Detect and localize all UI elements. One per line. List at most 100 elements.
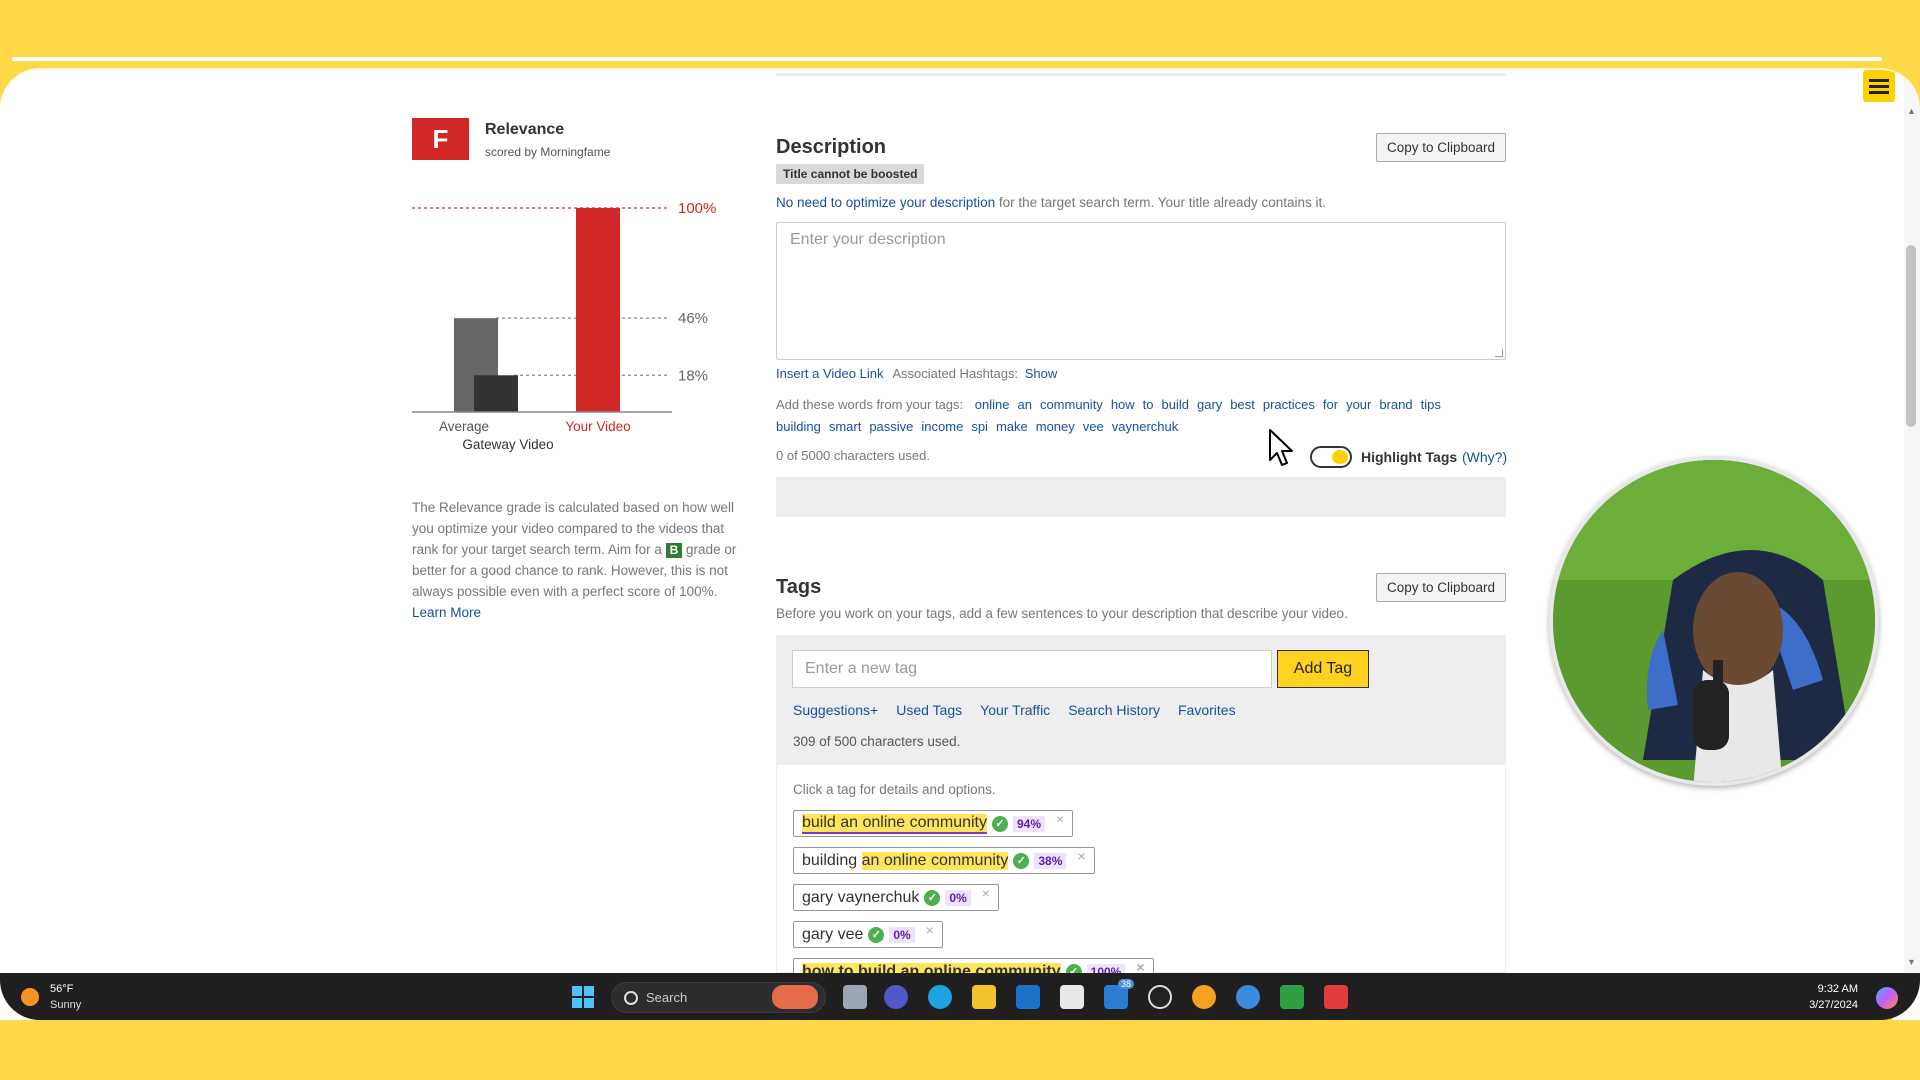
chrome-icon[interactable] [1192, 985, 1216, 1009]
weather-condition[interactable]: Sunny [50, 999, 81, 1011]
suggested-word[interactable]: brand [1379, 397, 1412, 412]
copilot-icon[interactable] [1876, 987, 1898, 1009]
file-explorer-icon[interactable] [972, 985, 996, 1009]
suggested-word[interactable]: an [1017, 397, 1031, 412]
tick-label-average: Average [439, 419, 489, 434]
tag-text: gary vaynerchuk [802, 888, 920, 906]
new-tag-input[interactable]: Enter a new tag [792, 650, 1272, 688]
suggested-word[interactable]: building [776, 419, 821, 434]
chrome-profile-icon[interactable] [1236, 985, 1260, 1009]
hashtags-show-link[interactable]: Show [1025, 366, 1058, 381]
learn-more-link[interactable]: Learn More [412, 605, 481, 620]
add-tag-button[interactable]: Add Tag [1277, 650, 1369, 688]
reference-label: 46% [678, 310, 708, 327]
suggested-word[interactable]: smart [829, 419, 862, 434]
suggested-word[interactable]: vee [1083, 419, 1104, 434]
suggested-word[interactable]: for [1323, 397, 1338, 412]
suggested-word[interactable]: to [1143, 397, 1154, 412]
hamburger-icon [1869, 79, 1889, 94]
remove-tag-icon[interactable]: × [982, 885, 990, 901]
suggested-word[interactable]: practices [1263, 397, 1315, 412]
check-icon: ✓ [992, 815, 1008, 832]
suggested-word[interactable]: money [1036, 419, 1075, 434]
grade-badge: F [412, 118, 469, 160]
suggested-word[interactable]: community [1040, 397, 1103, 412]
page-scrollbar[interactable] [1904, 70, 1920, 973]
no-need-link[interactable]: No need to optimize your description [776, 195, 995, 210]
description-title: Description [776, 136, 887, 158]
tick-sublabel-gateway-video: Gateway Video [462, 437, 553, 452]
weather-sun-icon[interactable] [21, 988, 39, 1006]
suggested-word[interactable]: build [1162, 397, 1189, 412]
mouse-cursor-icon [1269, 429, 1293, 466]
weather-temp[interactable]: 56°F [50, 983, 73, 995]
suggested-word[interactable]: income [921, 419, 963, 434]
suggested-word[interactable]: passive [869, 419, 913, 434]
highlight-tags-label: Highlight Tags [1361, 449, 1458, 465]
tag-chip[interactable]: build an online community ✓ 94% × [793, 810, 1074, 837]
windows-start-icon[interactable] [572, 986, 594, 1008]
scrollbar-thumb[interactable] [1906, 245, 1916, 427]
remove-tag-icon[interactable]: × [1056, 811, 1064, 827]
teams-icon[interactable] [884, 985, 908, 1009]
suggested-word[interactable]: how [1111, 397, 1135, 412]
tab-your-traffic[interactable]: Your Traffic [980, 702, 1050, 718]
scroll-down-icon[interactable]: ▼ [1907, 957, 1916, 967]
copy-tags-button[interactable]: Copy to Clipboard [1376, 573, 1506, 602]
tag-chip[interactable]: building an online community ✓ 38% × [793, 847, 1095, 874]
tag-text-highlight: an online community [861, 851, 1009, 870]
tab-suggestions[interactable]: Suggestions+ [793, 702, 878, 718]
tag-text-highlight: build an online community [802, 813, 987, 834]
edge-icon[interactable] [928, 985, 952, 1009]
clock-time[interactable]: 9:32 AM [1812, 983, 1858, 995]
copy-description-button[interactable]: Copy to Clipboard [1376, 133, 1506, 162]
insert-video-link[interactable]: Insert a Video Link [776, 366, 883, 381]
highlight-tags-toggle[interactable] [1310, 446, 1352, 468]
browser-window: F Relevance scored by Morningfame 100% 46… [0, 70, 1920, 1020]
description-textarea[interactable]: Enter your description [776, 222, 1506, 360]
task-view-icon[interactable] [843, 985, 867, 1009]
menu-icon[interactable] [1863, 70, 1895, 102]
tags-title: Tags [776, 576, 822, 598]
search-highlight-icon[interactable] [772, 985, 818, 1009]
boost-status-chip: Title cannot be boosted [776, 164, 925, 184]
suggested-word[interactable]: best [1230, 397, 1255, 412]
suggested-word[interactable]: make [996, 419, 1028, 434]
suggested-word[interactable]: tips [1421, 397, 1441, 412]
remove-tag-icon[interactable]: × [926, 922, 934, 938]
tab-search-history[interactable]: Search History [1068, 702, 1160, 718]
outlook-icon[interactable] [1016, 985, 1040, 1009]
relevance-description: The Relevance grade is calculated based … [412, 497, 737, 623]
relevance-title: Relevance [485, 121, 565, 138]
suggested-word[interactable]: gary [1197, 397, 1222, 412]
new-tag-placeholder: Enter a new tag [805, 660, 918, 677]
highlight-why-link[interactable]: (Why?) [1462, 449, 1507, 465]
tab-used-tags[interactable]: Used Tags [896, 702, 962, 718]
top-divider [776, 73, 1506, 76]
window-top-edge [12, 57, 1882, 61]
tag-tabs: Suggestions+ Used Tags Your Traffic Search … [793, 702, 1254, 718]
toggle-knob [1332, 450, 1348, 464]
resize-handle[interactable] [1495, 349, 1503, 357]
recorder-icon[interactable] [1324, 985, 1348, 1009]
clock-date[interactable]: 3/27/2024 [1796, 999, 1858, 1011]
tag-chip[interactable]: gary vee ✓ 0% × [793, 921, 943, 948]
grade-b-badge: B [665, 543, 683, 558]
suggested-word[interactable]: vaynerchuk [1112, 419, 1178, 434]
suggested-word[interactable]: your [1346, 397, 1371, 412]
dell-icon[interactable] [1148, 985, 1172, 1009]
bar-gateway-video [474, 375, 518, 412]
remove-tag-icon[interactable]: × [1077, 848, 1085, 864]
scroll-up-icon[interactable]: ▲ [1907, 106, 1916, 116]
reference-label: 18% [678, 367, 708, 384]
relevance-subtitle: scored by Morningfame [485, 145, 611, 159]
tab-favorites[interactable]: Favorites [1178, 702, 1236, 718]
tag-chip[interactable]: gary vaynerchuk ✓ 0% × [793, 884, 999, 911]
hashtags-label: Associated Hashtags: [892, 366, 1019, 381]
camtasia-icon[interactable] [1280, 985, 1304, 1009]
tag-text: gary vee [802, 925, 864, 943]
tag-score: 94% [1013, 815, 1046, 832]
suggested-word[interactable]: spi [971, 419, 988, 434]
suggested-word[interactable]: online [975, 397, 1010, 412]
store-icon[interactable] [1060, 985, 1084, 1009]
